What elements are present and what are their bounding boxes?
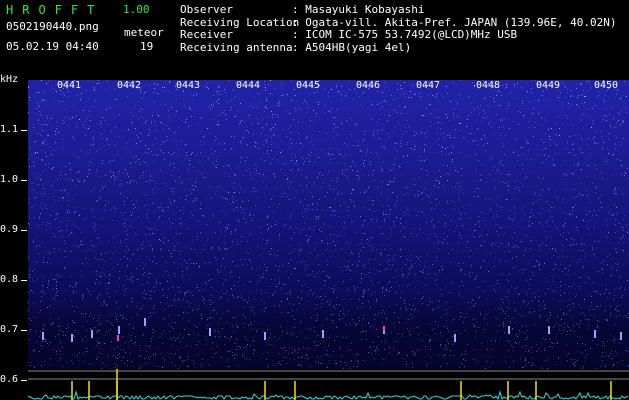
header-panel: HROFFT 1.00 0502190440.png meteor 05.02.… — [0, 0, 629, 80]
time-label-0441: 0441 — [57, 80, 82, 91]
freq-tick — [21, 380, 27, 381]
info-value: : A504HB(yagi 4el) — [292, 40, 412, 54]
time-label-0450: 0450 — [594, 80, 619, 91]
time-label-0445: 0445 — [296, 80, 321, 91]
info-value: : Masayuki Kobayashi — [292, 3, 425, 16]
freq-label-0-6: 0.6 — [0, 374, 19, 385]
info-key: Receiver — [180, 28, 233, 41]
file-name: 0502190440.png — [6, 20, 99, 33]
freq-label-0-7: 0.7 — [0, 324, 19, 335]
info-key: Receiving antenna — [180, 40, 293, 54]
axis-unit-label: kHz — [0, 74, 19, 85]
freq-label-1-0: 1.0 — [0, 174, 19, 185]
freq-tick — [21, 130, 27, 131]
info-value: : Ogata-vill. Akita-Pref. JAPAN (139.96E… — [292, 15, 617, 29]
time-label-0442: 0442 — [117, 80, 142, 91]
app-title: HROFFT — [6, 3, 104, 17]
spectrogram-noise — [28, 80, 629, 370]
info-value: : ICOM IC-575 53.7492(@LCD)MHz USB — [292, 28, 518, 41]
time-label-0449: 0449 — [536, 80, 561, 91]
date-time: 05.02.19 04:40 — [6, 40, 99, 53]
meteor-detection-plot — [28, 369, 629, 400]
frequency-axis: kHz 1.1 1.0 0.9 0.8 0.7 0.6 — [0, 74, 28, 400]
time-label-0448: 0448 — [476, 80, 501, 91]
info-key: Observer — [180, 3, 233, 16]
detection-trace — [28, 369, 629, 400]
meteor-count: 19 — [140, 40, 154, 53]
freq-tick — [21, 280, 27, 281]
meteor-label: meteor — [124, 26, 164, 39]
spectrogram — [28, 80, 629, 370]
freq-label-0-8: 0.8 — [0, 274, 19, 285]
freq-tick — [21, 330, 27, 331]
time-label-0446: 0446 — [356, 80, 381, 91]
station-info: Observer: Masayuki Kobayashi Receiving L… — [180, 3, 617, 55]
time-label-0444: 0444 — [236, 80, 261, 91]
freq-tick — [21, 180, 27, 181]
time-label-0443: 0443 — [176, 80, 201, 91]
info-row-antenna: Receiving antenna: A504HB(yagi 4el) — [180, 40, 617, 55]
freq-label-1-1: 1.1 — [0, 124, 19, 135]
app-version: 1.00 — [123, 3, 150, 16]
freq-label-0-9: 0.9 — [0, 224, 19, 235]
freq-tick — [21, 230, 27, 231]
time-label-0447: 0447 — [416, 80, 441, 91]
